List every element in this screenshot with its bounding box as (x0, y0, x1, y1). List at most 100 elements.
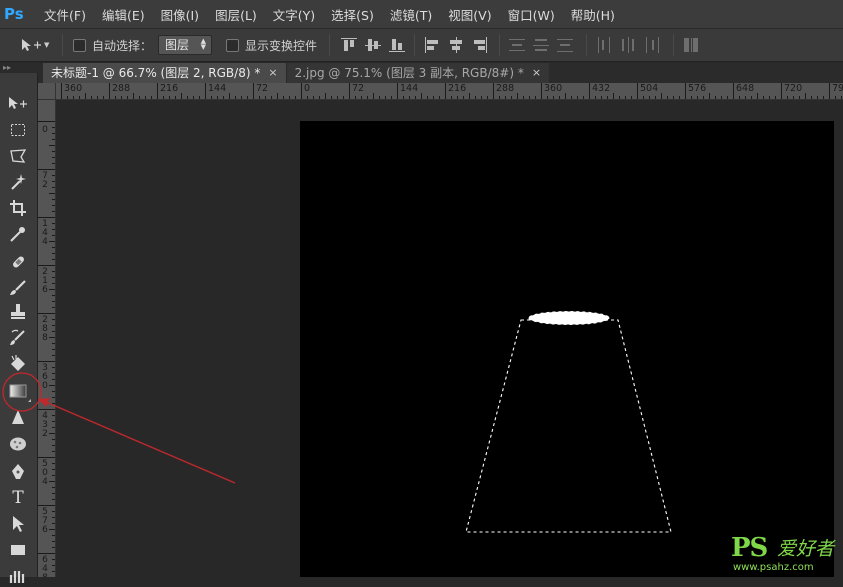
magic-wand-tool-button[interactable] (7, 171, 29, 193)
menu-layer[interactable]: 图层(L) (215, 5, 257, 24)
ruler-tick (703, 96, 704, 99)
ruler-tick (52, 463, 55, 464)
gradient-tool-button[interactable] (7, 380, 31, 402)
rectangle-tool-button[interactable] (7, 539, 29, 561)
distribute-top-icon[interactable] (508, 36, 526, 54)
ruler-tick (52, 205, 55, 206)
ruler-tick (613, 93, 614, 99)
eyedropper-tool-button[interactable] (7, 223, 29, 245)
tool-preset-picker[interactable]: ▼ (20, 37, 56, 53)
show-transform-checkbox[interactable] (226, 38, 240, 52)
menu-view[interactable]: 视图(V) (448, 5, 491, 24)
distribute-bottom-icon[interactable] (556, 36, 574, 54)
auto-select-checkbox[interactable] (73, 38, 86, 52)
menu-filter[interactable]: 滤镜(T) (390, 5, 432, 24)
ruler-tick (325, 93, 326, 99)
ruler-tick (52, 415, 55, 416)
menu-select[interactable]: 选择(S) (331, 5, 374, 24)
ruler-tick (127, 96, 128, 99)
crop-tool-button[interactable] (7, 197, 29, 219)
distribute-horizontal-centers-icon[interactable] (619, 36, 637, 54)
move-tool-button[interactable] (7, 93, 29, 115)
type-tool-button[interactable]: T (7, 487, 29, 509)
show-transform-label: 显示变换控件 (245, 38, 318, 53)
divider (586, 34, 588, 56)
document-canvas[interactable] (300, 121, 834, 577)
ruler-tick (529, 96, 530, 99)
move-tool-icon (22, 39, 41, 51)
align-right-edges-icon[interactable] (471, 36, 489, 54)
hand-tool-button[interactable] (7, 565, 29, 587)
ruler-tick (52, 139, 55, 140)
history-brush-tool-button[interactable] (7, 327, 29, 349)
lasso-tool-button[interactable] (7, 145, 29, 167)
tab-2-jpg[interactable]: 2.jpg @ 75.1% (图层 3 副本, RGB/8#) * × (286, 63, 550, 83)
menu-type[interactable]: 文字(Y) (273, 5, 315, 24)
ruler-tick (553, 96, 554, 99)
ruler-tick (373, 93, 374, 99)
ruler-tick (673, 96, 674, 99)
ruler-tick (577, 96, 578, 99)
auto-align-layers-icon[interactable] (682, 36, 700, 54)
ruler-tick (421, 93, 422, 99)
distribute-vertical-centers-icon[interactable] (532, 36, 550, 54)
toolbar-collapse-handle[interactable]: ▸▸ (0, 63, 38, 73)
menu-file[interactable]: 文件(F) (44, 5, 86, 24)
ruler-tick (229, 93, 230, 99)
align-bottom-edges-icon[interactable] (388, 36, 406, 54)
ruler-tick (313, 96, 314, 99)
ruler-tick (589, 83, 590, 99)
ruler-tick (52, 271, 55, 272)
tab-label: 未标题-1 @ 66.7% (图层 2, RGB/8) * (51, 66, 261, 80)
ruler-tick (745, 96, 746, 99)
ruler-tick (52, 547, 55, 548)
ruler-tick (38, 553, 55, 554)
align-vertical-centers-icon[interactable] (364, 36, 382, 54)
brush-tool-button[interactable] (7, 277, 29, 299)
menu-edit[interactable]: 编辑(E) (102, 5, 145, 24)
tab-label: 2.jpg @ 75.1% (图层 3 副本, RGB/8#) * (294, 66, 524, 80)
marquee-tool-button[interactable] (7, 119, 29, 141)
ruler-tick (79, 96, 80, 99)
ruler-tick (817, 96, 818, 99)
tab-untitled-1[interactable]: 未标题-1 @ 66.7% (图层 2, RGB/8) * × (43, 63, 286, 83)
brush-icon (10, 280, 26, 295)
ruler-tick (685, 83, 686, 99)
align-horizontal-centers-icon[interactable] (447, 36, 465, 54)
dodge-tool-button[interactable] (7, 433, 29, 455)
ruler-tick (52, 559, 55, 560)
distribute-right-icon[interactable] (643, 36, 661, 54)
ruler-label: 288 (496, 83, 515, 94)
ruler-tick (109, 83, 110, 99)
ruler-tick (505, 96, 506, 99)
path-selection-tool-button[interactable] (7, 513, 29, 535)
vertical-ruler[interactable]: 0 7 2 1 4 4 2 1 6 2 8 8 3 6 0 4 3 2 5 0 … (38, 100, 56, 577)
healing-brush-tool-button[interactable] (7, 251, 29, 273)
auto-select-dropdown[interactable]: 图层 ▲ ▼ (158, 35, 213, 55)
menu-window[interactable]: 窗口(W) (508, 5, 555, 24)
ruler-tick (52, 301, 55, 302)
ruler-tick (427, 96, 428, 99)
pen-tool-button[interactable] (7, 461, 29, 483)
ruler-tick (631, 96, 632, 99)
align-left-edges-icon[interactable] (423, 36, 441, 54)
ruler-tick (439, 96, 440, 99)
clone-stamp-tool-button[interactable] (7, 301, 29, 323)
ruler-tick (52, 535, 55, 536)
ruler-tick (52, 403, 55, 404)
ruler-tick (121, 96, 122, 99)
eraser-tool-button[interactable] (7, 353, 29, 375)
ruler-label: 7 2 (42, 171, 48, 190)
close-icon[interactable]: × (268, 63, 277, 83)
ruler-tick (52, 331, 55, 332)
horizontal-ruler[interactable]: 360 288 216 144 72 0 72 144 216 288 360 … (56, 83, 843, 100)
menu-image[interactable]: 图像(I) (161, 5, 199, 24)
close-icon[interactable]: × (532, 63, 541, 83)
distribute-left-icon[interactable] (595, 36, 613, 54)
ruler-corner[interactable] (38, 83, 56, 100)
align-top-edges-icon[interactable] (340, 36, 358, 54)
blur-tool-button[interactable] (7, 407, 29, 429)
menu-help[interactable]: 帮助(H) (571, 5, 615, 24)
ruler-tick (811, 96, 812, 99)
ruler-tick (52, 223, 55, 224)
